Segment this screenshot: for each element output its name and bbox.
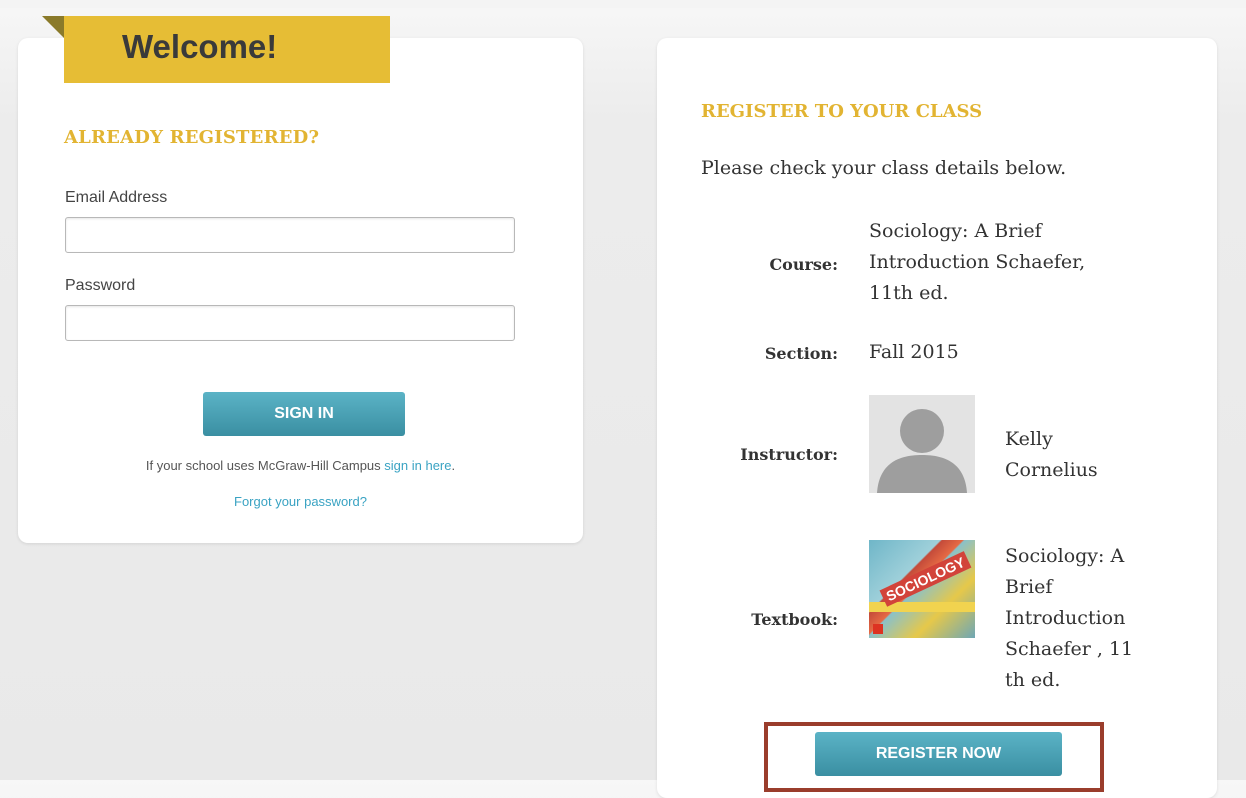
instructor-value: Kelly Cornelius — [1005, 424, 1098, 486]
course-value-line: 11th ed. — [869, 282, 949, 304]
forgot-password-row: Forgot your password? — [18, 494, 583, 509]
course-value-line: Sociology: A Brief — [869, 220, 1042, 242]
welcome-banner: Welcome! — [64, 16, 390, 83]
textbook-value-line: Schaefer , 11 — [1005, 638, 1134, 660]
instructor-avatar-icon — [869, 395, 975, 493]
textbook-value-line: Sociology: A — [1005, 545, 1125, 567]
sign-in-button[interactable]: SIGN IN — [203, 392, 405, 436]
email-field[interactable] — [65, 217, 515, 253]
course-value: Sociology: A Brief Introduction Schaefer… — [869, 216, 1085, 309]
course-value-line: Introduction Schaefer, — [869, 251, 1086, 273]
book-cover-title: SOCIOLOGY — [879, 551, 972, 607]
publisher-logo-icon — [873, 624, 883, 634]
page-top-band — [0, 0, 1246, 8]
campus-sign-in-link[interactable]: sign in here — [384, 458, 451, 473]
campus-signin-text: If your school uses McGraw-Hill Campus s… — [18, 458, 583, 473]
welcome-banner-fold — [42, 16, 64, 38]
password-field[interactable] — [65, 305, 515, 341]
already-registered-heading: ALREADY REGISTERED? — [64, 127, 320, 148]
campus-suffix: . — [451, 458, 456, 473]
instructor-value-line: Cornelius — [1005, 459, 1098, 481]
campus-text: If your school uses McGraw-Hill Campus — [145, 458, 385, 473]
textbook-cover-image: SOCIOLOGY — [869, 540, 975, 638]
register-heading: REGISTER TO YOUR CLASS — [701, 101, 983, 122]
forgot-password-link[interactable]: Forgot your password? — [234, 494, 367, 509]
register-intro: Please check your class details below. — [701, 157, 1067, 179]
textbook-value-line: Introduction — [1005, 607, 1126, 629]
textbook-label: Textbook: — [751, 610, 838, 629]
instructor-label: Instructor: — [740, 445, 838, 464]
textbook-value-line: th ed. — [1005, 669, 1061, 691]
section-label: Section: — [764, 344, 838, 363]
instructor-value-line: Kelly — [1005, 428, 1053, 450]
section-value: Fall 2015 — [869, 341, 959, 363]
course-label: Course: — [769, 255, 838, 274]
register-now-button[interactable]: REGISTER NOW — [815, 732, 1062, 776]
password-label: Password — [65, 277, 136, 294]
welcome-title: Welcome! — [122, 28, 278, 65]
textbook-value: Sociology: A Brief Introduction Schaefer… — [1005, 541, 1133, 696]
textbook-value-line: Brief — [1005, 576, 1053, 598]
email-label: Email Address — [65, 189, 168, 206]
